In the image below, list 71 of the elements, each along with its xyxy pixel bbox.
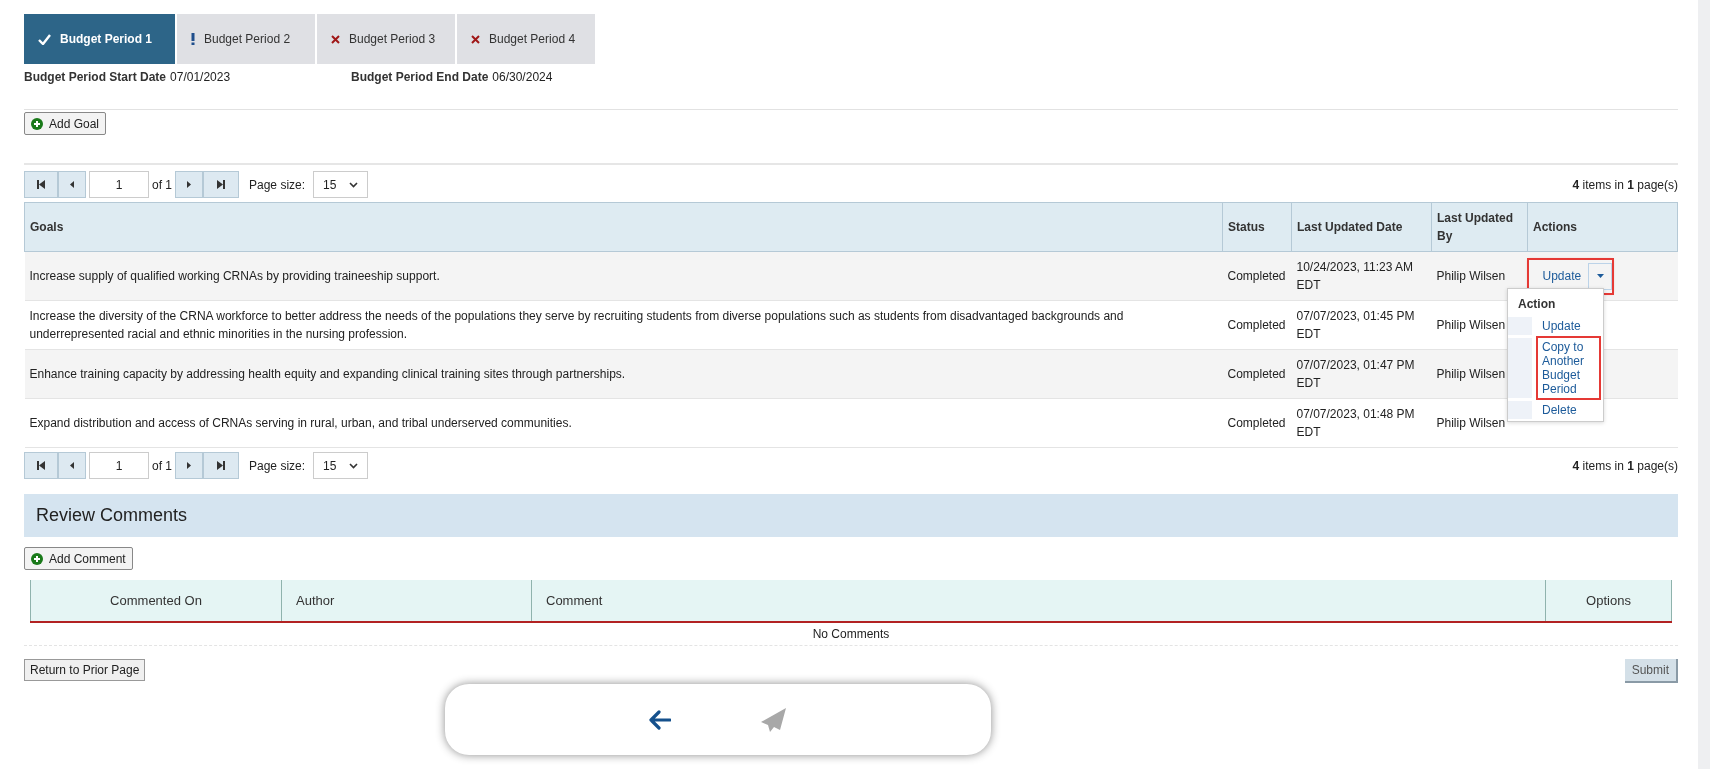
review-comments-header: Review Comments: [24, 494, 1678, 537]
page-size-select[interactable]: 15: [313, 171, 369, 198]
start-date-label: Budget Period Start Date: [24, 69, 167, 86]
submit-button[interactable]: Submit: [1624, 659, 1678, 683]
page-number-field[interactable]: 1: [89, 171, 149, 198]
column-header: Status: [1222, 202, 1292, 252]
last-page-icon: [217, 180, 225, 189]
status-cell: Completed: [1222, 349, 1292, 399]
status-cell: Completed: [1222, 300, 1292, 350]
column-header: Commented On: [30, 580, 282, 622]
items-summary: 4 items in 1 page(s): [1572, 176, 1678, 194]
budget-period-tab[interactable]: Budget Period 3: [317, 14, 455, 64]
goal-cell: Expand distribution and access of CRNAs serving in rural, urban, and tribal underserved communities.: [24, 398, 1223, 448]
chevron-down-icon: [349, 181, 359, 188]
column-header: Last Updated By: [1431, 202, 1528, 252]
date-cell: 10/24/2023, 11:23 AM EDT: [1291, 251, 1432, 301]
next-icon: [187, 462, 191, 469]
page-count: of 1: [152, 176, 172, 194]
column-header: Options: [1545, 580, 1672, 622]
cross-icon: [331, 34, 340, 44]
goal-cell: Increase supply of qualified working CRNAs by providing traineeship support.: [24, 251, 1223, 301]
goal-cell: Increase the diversity of the CRNA workforce to better address the needs of the populations they serve by recruiting students from diverse populations such as students from disadvantaged backgrounds and underrepresented racial and ethnic minorities in the nursing profession.: [24, 300, 1223, 350]
budget-period-tab[interactable]: Budget Period 1: [24, 14, 175, 64]
column-header: Goals: [24, 202, 1223, 252]
end-date-label: Budget Period End Date: [351, 69, 489, 86]
status-cell: Completed: [1222, 398, 1292, 448]
date-cell: 07/07/2023, 01:45 PM EDT: [1291, 300, 1432, 350]
add-goal-button[interactable]: Add Goal: [24, 112, 107, 135]
plus-circle-icon: [31, 117, 43, 130]
date-cell: 07/07/2023, 01:47 PM EDT: [1291, 349, 1432, 399]
page-number-field[interactable]: 1: [89, 452, 149, 479]
page-count: of 1: [152, 457, 172, 475]
goal-cell: Enhance training capacity by addressing health equity and expanding clinical training sites through partnerships.: [24, 349, 1223, 399]
add-comment-button[interactable]: Add Comment: [24, 547, 133, 570]
updated-by-cell: Philip Wilsen: [1431, 398, 1528, 448]
date-cell: 07/07/2023, 01:48 PM EDT: [1291, 398, 1432, 448]
budget-period-tab[interactable]: Budget Period 4: [457, 14, 595, 64]
column-header: Last Updated Date: [1291, 202, 1432, 252]
start-date-value: 07/01/2023: [170, 69, 231, 86]
end-date-value: 06/30/2024: [492, 69, 553, 86]
empty-comments-message: No Comments: [24, 623, 1678, 646]
next-icon: [187, 181, 191, 188]
first-page-icon: [37, 461, 45, 470]
previous-icon: [70, 462, 74, 469]
chevron-down-icon: [349, 462, 359, 469]
exclamation-icon: [191, 33, 195, 45]
menu-heading: Action: [1517, 296, 1557, 313]
column-header: Actions: [1527, 202, 1678, 252]
column-header: Author: [281, 580, 532, 622]
cross-icon: [471, 34, 480, 44]
check-icon: [38, 33, 51, 45]
first-page-icon: [37, 180, 45, 189]
caret-down-icon: [1596, 274, 1604, 278]
last-page-button[interactable]: [203, 171, 239, 198]
items-summary: 4 items in 1 page(s): [1572, 457, 1678, 475]
budget-period-tab[interactable]: Budget Period 2: [177, 14, 315, 64]
update-split-button[interactable]: Update: [1528, 259, 1613, 293]
status-cell: Completed: [1222, 251, 1292, 301]
updated-by-cell: Philip Wilsen: [1431, 349, 1528, 399]
last-page-icon: [217, 461, 225, 470]
back-arrow-icon[interactable]: [649, 709, 671, 730]
return-button[interactable]: Return to Prior Page: [24, 659, 146, 681]
last-page-button[interactable]: [203, 452, 239, 479]
plus-circle-icon: [31, 552, 43, 565]
page-size-select[interactable]: 15: [313, 452, 369, 479]
page-size-label: Page size:: [249, 176, 306, 194]
previous-icon: [70, 181, 74, 188]
page-size-label: Page size:: [249, 457, 306, 475]
first-page-button[interactable]: [24, 171, 58, 198]
column-header: Comment: [531, 580, 1546, 622]
first-page-button[interactable]: [24, 452, 58, 479]
